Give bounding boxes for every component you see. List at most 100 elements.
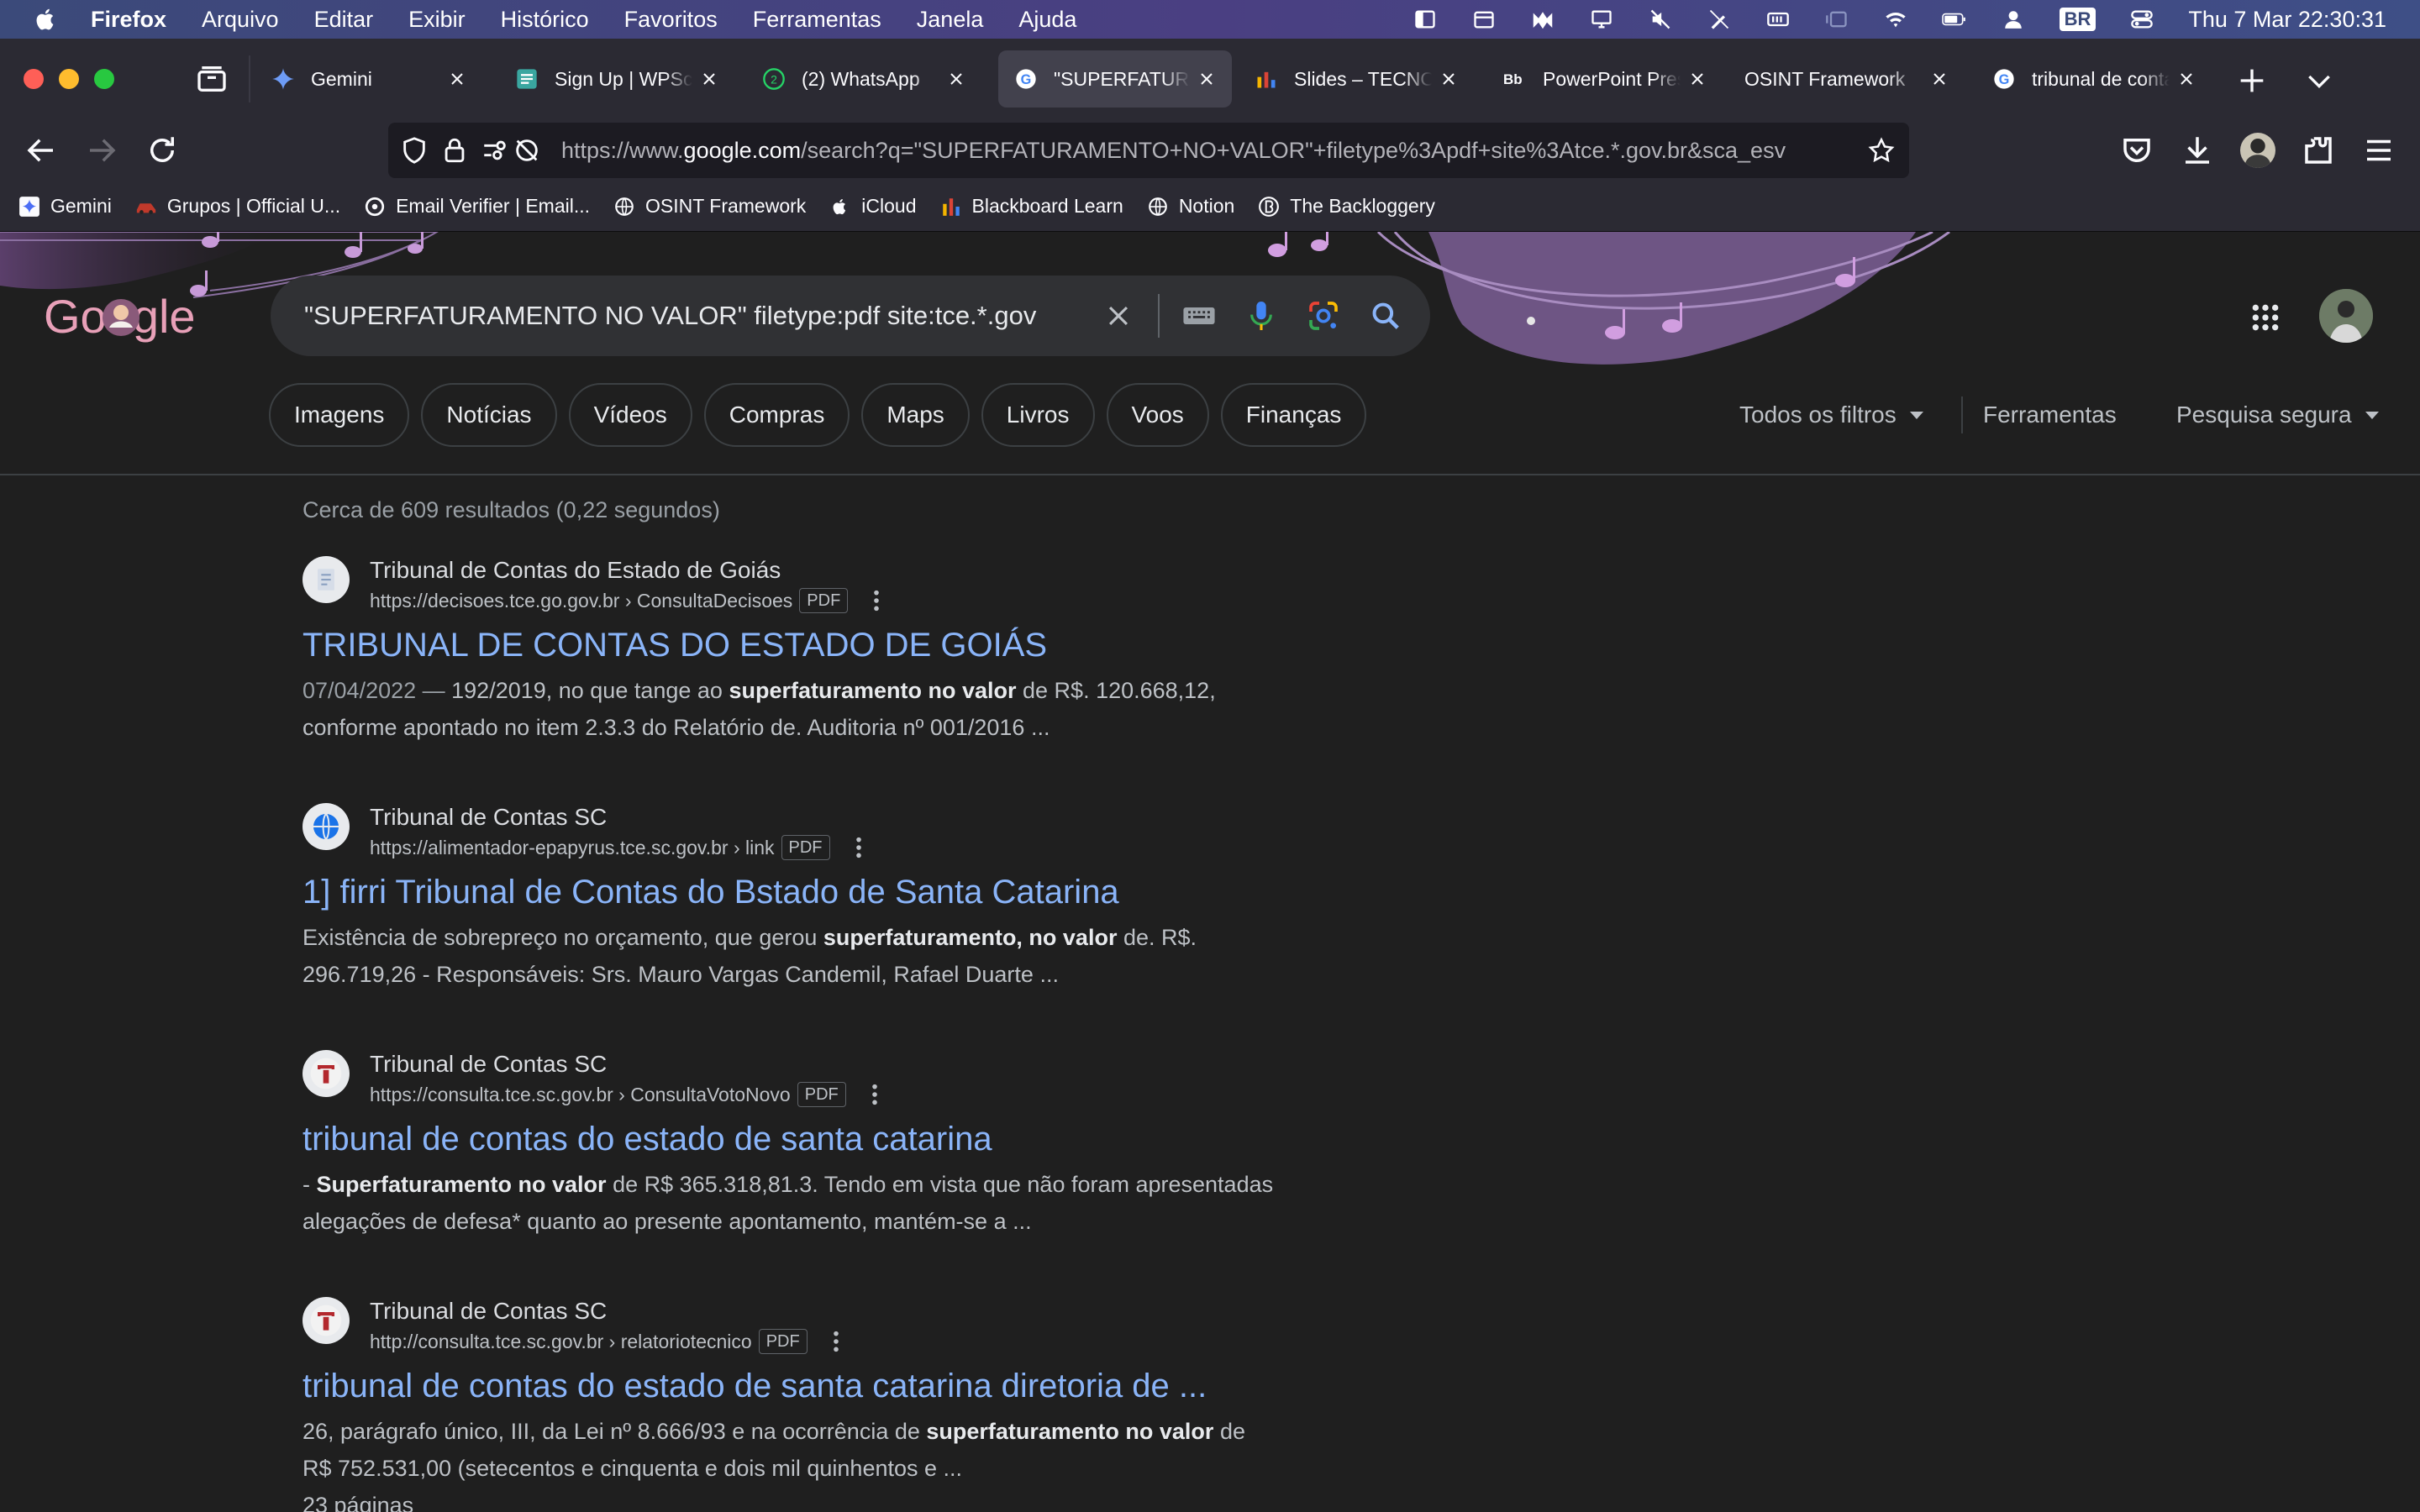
result-title-link[interactable]: tribunal de contas do estado de santa ca… xyxy=(302,1117,1344,1161)
address-bar[interactable]: https://www.google.com/search?q="SUPERFA… xyxy=(388,123,1909,178)
close-icon[interactable] xyxy=(1687,69,1707,89)
result-title-link[interactable]: 1] firri Tribunal de Contas do Bstado de… xyxy=(302,870,1344,914)
google-doodle-logo[interactable]: Google xyxy=(42,284,196,351)
result-source[interactable]: Tribunal de Contas do Estado de Goiás ht… xyxy=(302,556,1344,613)
result-title-link[interactable]: TRIBUNAL DE CONTAS DO ESTADO DE GOIÁS xyxy=(302,623,1344,667)
calendar-icon[interactable] xyxy=(1471,7,1497,32)
display-icon[interactable] xyxy=(1589,7,1614,32)
menu-ferramentas[interactable]: Ferramentas xyxy=(753,7,881,33)
menu-exibir[interactable]: Exibir xyxy=(408,7,466,33)
all-filters-button[interactable]: Todos os filtros xyxy=(1739,383,1923,447)
more-vert-icon[interactable] xyxy=(855,836,862,859)
plus-icon[interactable] xyxy=(2235,64,2269,97)
menu-editar[interactable]: Editar xyxy=(314,7,374,33)
memory-icon[interactable] xyxy=(1765,7,1791,32)
user-icon[interactable] xyxy=(2001,7,2026,32)
search-box[interactable]: "SUPERFATURAMENTO NO VALOR" filetype:pdf… xyxy=(271,276,1430,356)
more-vert-icon[interactable] xyxy=(873,589,880,612)
tab-superfaturamento[interactable]: G "SUPERFATURAMENTO xyxy=(998,50,1232,108)
microphone-icon[interactable] xyxy=(1242,297,1281,335)
menu-favoritos[interactable]: Favoritos xyxy=(624,7,718,33)
result-source[interactable]: Tribunal de Contas SC http://consulta.tc… xyxy=(302,1297,1344,1354)
bookmark-icloud[interactable]: iCloud xyxy=(829,195,917,218)
tools-button[interactable]: Ferramentas xyxy=(1983,383,2117,447)
result-source[interactable]: Tribunal de Contas SC https://consulta.t… xyxy=(302,1050,1344,1107)
download-icon[interactable] xyxy=(2180,133,2215,168)
bookmark-email-verifier[interactable]: Email Verifier | Email... xyxy=(364,195,590,218)
tab-manager-icon[interactable] xyxy=(195,62,229,96)
extensions-icon[interactable] xyxy=(2301,133,2336,168)
bookmark-grupos[interactable]: Grupos | Official U... xyxy=(135,195,340,218)
star-icon[interactable] xyxy=(1867,136,1896,165)
menu-janela[interactable]: Janela xyxy=(917,7,984,33)
pocket-icon[interactable] xyxy=(2119,133,2154,168)
pen-off-icon[interactable] xyxy=(1707,7,1732,32)
close-icon[interactable] xyxy=(447,69,467,89)
wifi-icon[interactable] xyxy=(1883,7,1908,32)
chip-noticias[interactable]: Notícias xyxy=(421,383,557,447)
chip-compras[interactable]: Compras xyxy=(703,383,850,447)
chip-videos[interactable]: Vídeos xyxy=(568,383,692,447)
stage-manager-icon[interactable] xyxy=(1824,7,1849,32)
chip-voos[interactable]: Voos xyxy=(1106,383,1209,447)
bookmark-gemini[interactable]: Gemini xyxy=(18,195,112,218)
menu-arquivo[interactable]: Arquivo xyxy=(202,7,279,33)
window-close-button[interactable] xyxy=(24,69,44,89)
url-text[interactable]: https://www.google.com/search?q="SUPERFA… xyxy=(561,138,1855,164)
menu-icon[interactable] xyxy=(2361,133,2396,168)
account-avatar[interactable] xyxy=(2240,133,2275,168)
google-lens-icon[interactable] xyxy=(1304,297,1343,335)
menu-firefox[interactable]: Firefox xyxy=(91,7,166,33)
control-center-icon[interactable] xyxy=(2129,7,2154,32)
battery-icon[interactable] xyxy=(1941,7,1967,32)
result-source[interactable]: Tribunal de Contas SC https://alimentado… xyxy=(302,803,1344,860)
search-icon[interactable] xyxy=(1366,297,1405,335)
tab-osint[interactable]: OSINT Framework xyxy=(1729,50,1965,108)
chevron-down-icon[interactable] xyxy=(2302,64,2336,97)
forward-icon[interactable] xyxy=(84,133,119,168)
close-icon[interactable] xyxy=(946,69,966,89)
apple-icon[interactable] xyxy=(34,7,59,32)
bookmark-backloggery[interactable]: The Backloggery xyxy=(1258,195,1435,218)
close-icon[interactable] xyxy=(2176,69,2196,89)
sidebar-icon[interactable] xyxy=(1413,7,1438,32)
tab-whatsapp[interactable]: 2 (2) WhatsApp xyxy=(746,50,981,108)
bookmark-blackboard[interactable]: Blackboard Learn xyxy=(940,195,1123,218)
more-vert-icon[interactable] xyxy=(833,1330,839,1353)
safe-search-button[interactable]: Pesquisa segura xyxy=(2176,383,2379,447)
chip-financas[interactable]: Finanças xyxy=(1220,383,1367,447)
result-title-link[interactable]: tribunal de contas do estado de santa ca… xyxy=(302,1364,1344,1408)
tab-gemini[interactable]: Gemini xyxy=(255,50,482,108)
menu-historico[interactable]: Histórico xyxy=(501,7,589,33)
clear-icon[interactable] xyxy=(1099,297,1138,335)
window-minimize-button[interactable] xyxy=(59,69,79,89)
back-icon[interactable] xyxy=(24,133,59,168)
tab-slides[interactable]: Slides – TECNOL xyxy=(1239,50,1474,108)
bookmark-notion[interactable]: Notion xyxy=(1147,195,1234,218)
input-source-badge[interactable]: BR xyxy=(2059,8,2096,31)
chip-livros[interactable]: Livros xyxy=(981,383,1095,447)
shield-icon[interactable] xyxy=(400,136,429,165)
tab-tribunal[interactable]: G tribunal de conta xyxy=(1976,50,2212,108)
malwarebytes-icon[interactable] xyxy=(1530,7,1555,32)
mute-icon[interactable] xyxy=(1648,7,1673,32)
tracking-blocked-icon[interactable] xyxy=(513,136,541,165)
more-vert-icon[interactable] xyxy=(871,1083,878,1106)
window-zoom-button[interactable] xyxy=(94,69,114,89)
close-icon[interactable] xyxy=(1439,69,1459,89)
bookmark-osint[interactable]: OSINT Framework xyxy=(613,195,806,218)
avatar[interactable] xyxy=(2319,289,2373,343)
google-apps-icon[interactable] xyxy=(2249,301,2282,334)
tab-powerpoint[interactable]: Bb PowerPoint Prese xyxy=(1487,50,1723,108)
permissions-icon[interactable] xyxy=(481,136,509,165)
tab-wpscan[interactable]: Sign Up | WPScan xyxy=(499,50,734,108)
lock-icon[interactable] xyxy=(440,136,469,165)
close-icon[interactable] xyxy=(1929,69,1949,89)
chip-imagens[interactable]: Imagens xyxy=(269,383,410,447)
close-icon[interactable] xyxy=(1197,69,1217,89)
chip-maps[interactable]: Maps xyxy=(861,383,970,447)
menubar-clock[interactable]: Thu 7 Mar 22:30:31 xyxy=(2188,7,2386,33)
keyboard-icon[interactable] xyxy=(1180,297,1218,335)
close-icon[interactable] xyxy=(699,69,719,89)
search-input[interactable]: "SUPERFATURAMENTO NO VALOR" filetype:pdf… xyxy=(304,301,1087,331)
